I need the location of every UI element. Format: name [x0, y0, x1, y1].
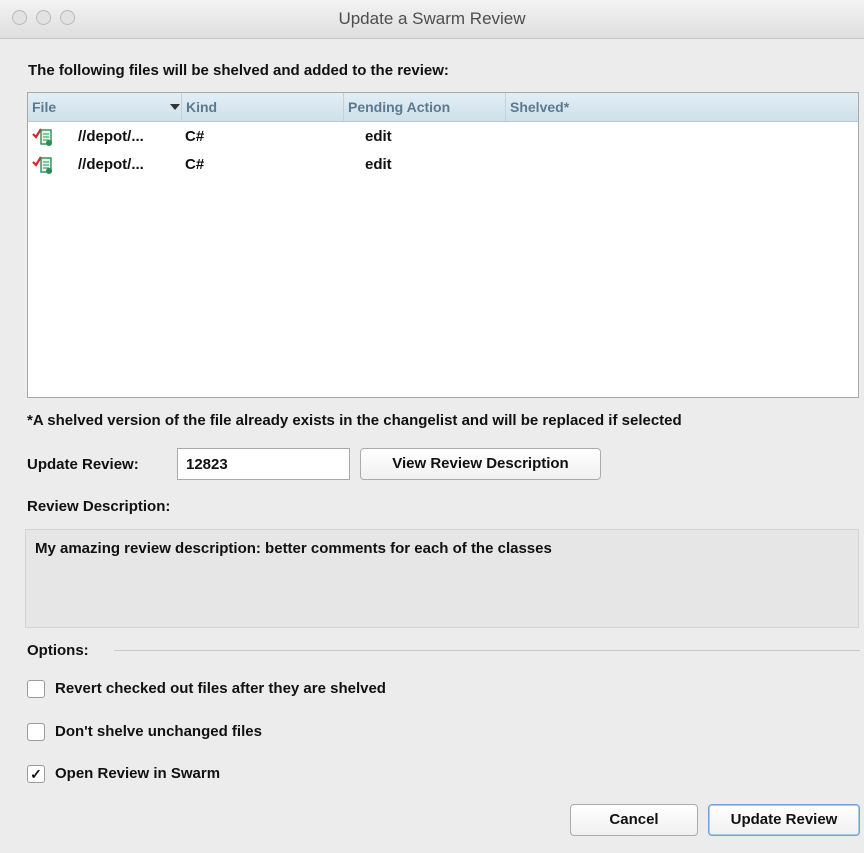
column-header-kind[interactable]: Kind [182, 93, 344, 121]
shelved-footnote: *A shelved version of the file already e… [27, 412, 682, 429]
options-label: Options: [27, 642, 89, 659]
review-description-text: My amazing review description: better co… [25, 529, 859, 628]
table-row[interactable]: //depot/... C# edit [28, 151, 858, 179]
revert-checkbox[interactable] [27, 680, 45, 698]
review-description-label: Review Description: [27, 498, 171, 515]
file-path: //depot/... [78, 128, 144, 145]
files-table[interactable]: File Kind Pending Action Shelved* //depo… [27, 92, 859, 398]
dont-shelve-unchanged-label[interactable]: Don't shelve unchanged files [55, 723, 262, 740]
column-header-file[interactable]: File [28, 93, 182, 121]
pending-action: edit [365, 128, 392, 145]
file-kind: C# [185, 128, 205, 145]
window-title: Update a Swarm Review [338, 9, 526, 28]
review-id-input[interactable] [177, 448, 350, 480]
open-in-swarm-label[interactable]: Open Review in Swarm [55, 765, 220, 782]
sort-descending-icon [170, 104, 180, 110]
cancel-button[interactable]: Cancel [570, 804, 698, 836]
checked-out-file-icon [32, 156, 52, 174]
revert-checkbox-label[interactable]: Revert checked out files after they are … [55, 680, 386, 697]
column-header-file-label: File [32, 99, 57, 115]
pending-action: edit [365, 156, 392, 173]
checked-out-file-icon [32, 128, 52, 146]
table-row[interactable]: //depot/... C# edit [28, 123, 858, 151]
view-review-description-button[interactable]: View Review Description [360, 448, 601, 480]
files-heading: The following files will be shelved and … [28, 62, 449, 79]
column-header-pending-action[interactable]: Pending Action [344, 93, 506, 121]
file-path: //depot/... [78, 156, 144, 173]
window-titlebar: Update a Swarm Review [0, 0, 864, 39]
open-in-swarm-checkbox[interactable]: ✓ [27, 765, 45, 783]
column-header-shelved[interactable]: Shelved* [506, 93, 858, 121]
update-review-button[interactable]: Update Review [708, 804, 860, 836]
update-review-label: Update Review: [27, 456, 139, 473]
table-header: File Kind Pending Action Shelved* [28, 93, 858, 122]
dont-shelve-unchanged-checkbox[interactable] [27, 723, 45, 741]
file-kind: C# [185, 156, 205, 173]
checkmark-icon: ✓ [30, 766, 42, 782]
options-divider [114, 650, 860, 651]
